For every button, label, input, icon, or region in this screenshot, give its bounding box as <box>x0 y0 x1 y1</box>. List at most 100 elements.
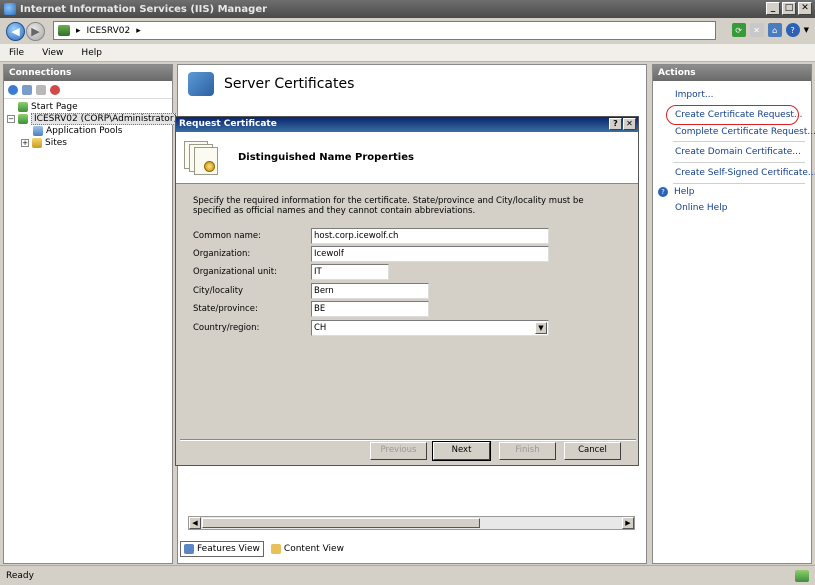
city-field[interactable]: Bern <box>311 283 429 299</box>
navigation-bar: ◀ ▶ ▸ ICESRV02 ▸ ⟳ ✕ ⌂ ? ▼ <box>0 18 815 44</box>
action-create-self-signed-certificate[interactable]: Create Self-Signed Certificate... <box>653 163 815 183</box>
tree-item-server[interactable]: − ICESRV02 (CORP\Administrator) <box>7 113 181 125</box>
finish-button[interactable]: Finish <box>499 442 556 460</box>
action-import[interactable]: Import... <box>653 85 811 105</box>
dialog-close-button[interactable]: ✕ <box>623 118 636 130</box>
scroll-left-button[interactable]: ◀ <box>189 517 201 529</box>
breadcrumb-server[interactable]: ICESRV02 <box>87 26 131 36</box>
address-breadcrumb[interactable]: ▸ ICESRV02 ▸ <box>53 21 716 40</box>
chevron-down-icon[interactable]: ▼ <box>535 322 547 334</box>
connect-icon[interactable] <box>8 84 18 95</box>
actions-panel: Actions Import... Create Certificate Req… <box>652 64 815 564</box>
app-pools-icon <box>33 126 43 136</box>
next-button[interactable]: Next <box>432 441 491 461</box>
organization-label: Organization: <box>193 249 251 259</box>
collapse-icon[interactable]: − <box>7 115 15 123</box>
common-name-row: Common name: host.corp.icewolf.ch <box>193 228 549 244</box>
menu-file[interactable]: File <box>9 48 24 58</box>
scroll-right-button[interactable]: ▶ <box>622 517 634 529</box>
minimize-button[interactable]: _ <box>766 2 780 15</box>
network-status-icon <box>795 569 809 582</box>
highlight-circle <box>666 105 799 125</box>
connections-tree: Start Page − ICESRV02 (CORP\Administrato… <box>4 99 181 151</box>
actions-header: Actions <box>653 65 811 81</box>
action-label: Help <box>674 187 695 197</box>
org-unit-field[interactable]: IT <box>311 264 389 280</box>
dialog-help-button[interactable]: ? <box>609 118 622 130</box>
server-icon <box>18 114 28 124</box>
tree-label: Application Pools <box>46 126 123 136</box>
home-icon[interactable]: ⌂ <box>767 23 782 37</box>
forward-button[interactable]: ▶ <box>26 21 45 41</box>
city-label: City/locality <box>193 286 244 296</box>
tab-label: Content View <box>283 544 344 554</box>
tab-label: Features View <box>197 544 260 554</box>
start-page-icon <box>18 102 28 112</box>
maximize-button[interactable]: □ <box>782 2 796 15</box>
help-icon: ? <box>658 187 668 197</box>
menu-bar: File View Help <box>0 44 815 62</box>
status-bar: Ready <box>0 565 815 585</box>
feature-header: Server Certificates <box>178 65 646 103</box>
status-text: Ready <box>6 570 34 581</box>
sites-folder-icon <box>32 138 42 148</box>
org-unit-label: Organizational unit: <box>193 267 277 277</box>
chevron-down-icon[interactable]: ▼ <box>804 26 809 34</box>
country-label: Country/region: <box>193 323 260 333</box>
connections-toolbar <box>4 81 172 99</box>
country-selected-value: CH <box>314 323 327 333</box>
action-create-domain-certificate[interactable]: Create Domain Certificate... <box>653 142 811 162</box>
back-button[interactable]: ◀ <box>6 21 25 41</box>
dialog-header: Distinguished Name Properties <box>176 132 638 184</box>
action-help[interactable]: ? Help <box>653 184 811 200</box>
tab-features-view[interactable]: Features View <box>180 541 264 557</box>
common-name-field[interactable]: host.corp.icewolf.ch <box>311 228 549 244</box>
chevron-right-icon[interactable]: ▸ <box>136 26 141 36</box>
organization-row: Organization: Icewolf <box>193 246 549 262</box>
chevron-right-icon: ▸ <box>76 25 81 36</box>
page-title: Server Certificates <box>224 76 355 92</box>
horizontal-scrollbar[interactable]: ◀ ▶ <box>188 516 635 530</box>
content-view-icon <box>270 544 281 554</box>
dialog-title: Request Certificate <box>179 119 277 129</box>
country-row: Country/region: CH ▼ <box>193 320 549 336</box>
refresh-icon[interactable]: ⟳ <box>731 23 746 37</box>
state-row: State/province: BE <box>193 301 429 317</box>
state-field[interactable]: BE <box>311 301 429 317</box>
certificate-icon <box>184 139 222 177</box>
stop-icon[interactable]: ✕ <box>749 23 764 37</box>
close-button[interactable]: ✕ <box>798 2 812 15</box>
iis-app-icon <box>4 3 16 15</box>
request-certificate-dialog: Request Certificate ? ✕ Distinguished Na… <box>175 116 639 466</box>
tab-content-view[interactable]: Content View <box>268 541 347 557</box>
tree-item-start-page[interactable]: Start Page <box>7 101 169 113</box>
tree-label: Start Page <box>31 102 78 112</box>
scroll-thumb[interactable] <box>202 518 480 528</box>
expand-icon[interactable]: + <box>21 139 29 147</box>
previous-button[interactable]: Previous <box>370 442 427 460</box>
server-certificates-icon <box>188 72 214 96</box>
cancel-button[interactable]: Cancel <box>564 442 621 460</box>
save-icon[interactable] <box>22 84 32 95</box>
dialog-description: Specify the required information for the… <box>193 196 584 216</box>
tree-item-app-pools[interactable]: Application Pools <box>7 125 169 137</box>
tree-item-sites[interactable]: + Sites <box>7 137 169 149</box>
country-select[interactable]: CH ▼ <box>311 320 549 336</box>
tree-label: Sites <box>45 138 67 148</box>
features-view-icon <box>184 544 194 554</box>
view-tabs: Features View Content View <box>180 541 347 557</box>
connections-header: Connections <box>4 65 172 81</box>
help-icon[interactable]: ? <box>785 23 800 37</box>
city-row: City/locality Bern <box>193 283 429 299</box>
window-titlebar: Internet Information Services (IIS) Mana… <box>0 0 815 18</box>
organization-field[interactable]: Icewolf <box>311 246 549 262</box>
menu-help[interactable]: Help <box>81 48 102 58</box>
state-label: State/province: <box>193 304 258 314</box>
disconnect-icon[interactable] <box>50 84 60 95</box>
up-icon[interactable] <box>36 84 46 95</box>
dialog-heading: Distinguished Name Properties <box>238 152 414 163</box>
action-online-help[interactable]: Online Help <box>653 200 811 216</box>
menu-view[interactable]: View <box>42 48 63 58</box>
action-complete-certificate-request[interactable]: Complete Certificate Request... <box>653 125 815 139</box>
connections-panel: Connections Start Page − ICESRV02 (CORP\… <box>3 64 181 564</box>
